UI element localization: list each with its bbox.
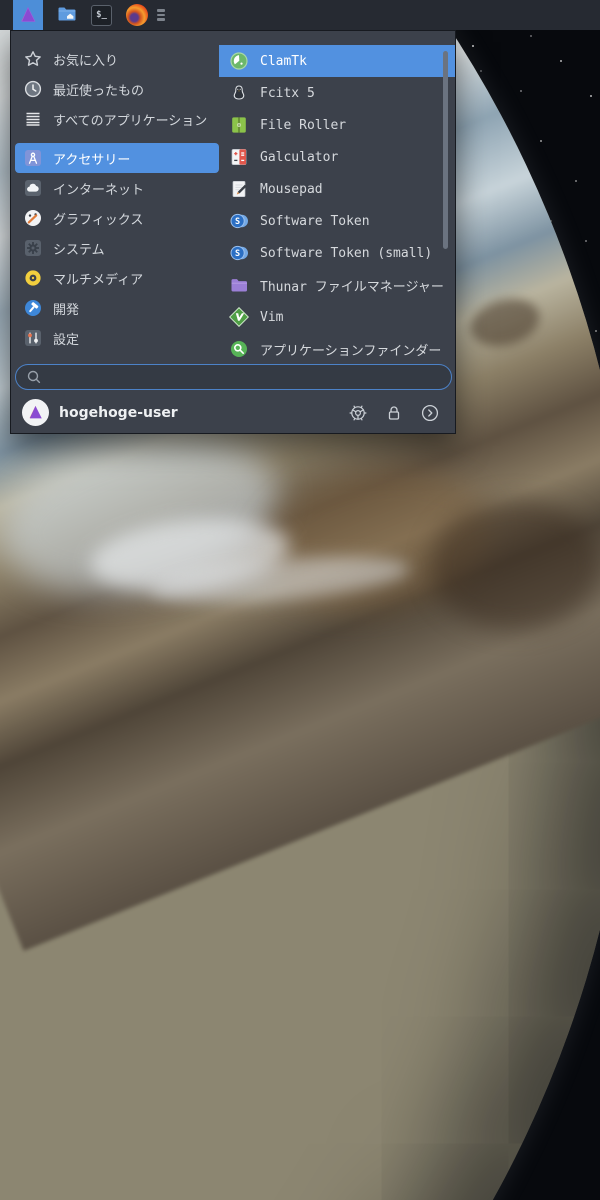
username: hogehoge-user — [59, 404, 178, 421]
whisker-menu: お気に入り 最近使ったもの すべてのアプリケーション アクセサリー インターネッ… — [10, 30, 456, 434]
app-label: Thunar ファイルマネージャー — [260, 279, 444, 295]
search-box — [15, 364, 452, 390]
sidebar-label: マルチメディア — [53, 272, 144, 288]
sidebar-separator — [15, 134, 219, 143]
multimedia-icon — [23, 268, 43, 288]
clock-icon — [23, 79, 43, 99]
app-label: File Roller — [260, 117, 347, 133]
panel-launcher-terminal[interactable]: $_ — [91, 4, 112, 26]
sidebar-label: システム — [53, 242, 105, 258]
lock-screen-button[interactable] — [383, 402, 405, 424]
gear-icon — [349, 405, 367, 420]
sidebar-label: アクセサリー — [53, 152, 131, 168]
category-multimedia[interactable]: マルチメディア — [15, 263, 219, 293]
search-input[interactable] — [43, 369, 451, 385]
svg-text:S: S — [235, 249, 240, 259]
category-internet[interactable]: インターネット — [15, 173, 219, 203]
software-token-icon: S — [229, 211, 249, 231]
app-fcitx5[interactable]: Fcitx 5 — [219, 77, 455, 109]
vim-icon — [229, 307, 249, 327]
software-token-icon: S — [229, 243, 249, 263]
view-all-applications[interactable]: すべてのアプリケーション — [15, 104, 219, 134]
internet-icon — [23, 178, 43, 198]
app-software-token-small[interactable]: S Software Token (small) — [219, 237, 455, 269]
accessories-icon — [23, 148, 43, 168]
top-panel: $_ — [0, 0, 600, 30]
applist-scrollbar[interactable] — [443, 51, 448, 249]
planet-swirl — [430, 500, 600, 630]
view-recently-used[interactable]: 最近使ったもの — [15, 74, 219, 104]
fcitx-icon — [229, 83, 249, 103]
list-icon — [23, 109, 43, 129]
sidebar-label: 開発 — [53, 302, 80, 318]
menu-sidebar: お気に入り 最近使ったもの すべてのアプリケーション アクセサリー インターネッ… — [15, 44, 219, 353]
category-system[interactable]: システム — [15, 233, 219, 263]
app-label: Software Token (small) — [260, 245, 433, 261]
sidebar-label: 最近使ったもの — [53, 83, 145, 99]
category-settings[interactable]: 設定 — [15, 323, 219, 353]
graphics-icon — [23, 208, 43, 228]
user-row: hogehoge-user — [11, 397, 455, 428]
settings-icon — [23, 328, 43, 348]
firefox-icon — [126, 4, 148, 26]
all-settings-button[interactable] — [347, 402, 369, 424]
app-application-finder[interactable]: アプリケーションファインダー — [219, 333, 455, 365]
app-menu-logo-icon — [18, 5, 38, 25]
system-icon — [23, 238, 43, 258]
app-label: Mousepad — [260, 181, 323, 197]
app-label: Vim — [260, 309, 284, 325]
file-roller-icon — [229, 115, 249, 135]
app-label: Fcitx 5 — [260, 85, 315, 101]
terminal-icon: $_ — [91, 4, 112, 26]
clamtk-icon — [229, 51, 249, 71]
panel-launcher-file-manager[interactable] — [56, 2, 78, 28]
application-list: ClamTk Fcitx 5 File Roller Galculator Mo… — [219, 39, 455, 365]
thunar-folder-icon — [229, 275, 249, 295]
app-clamtk[interactable]: ClamTk — [219, 45, 455, 77]
galculator-icon — [229, 147, 249, 167]
app-mousepad[interactable]: Mousepad — [219, 173, 455, 205]
app-label: Galculator — [260, 149, 339, 165]
panel-grip-handle[interactable] — [157, 9, 165, 21]
app-thunar[interactable]: Thunar ファイルマネージャー — [219, 269, 455, 301]
search-icon — [27, 370, 41, 384]
log-out-button[interactable] — [419, 402, 441, 424]
sidebar-label: インターネット — [53, 182, 145, 198]
mousepad-icon — [229, 179, 249, 199]
sidebar-label: 設定 — [53, 332, 80, 348]
app-file-roller[interactable]: File Roller — [219, 109, 455, 141]
svg-text:S: S — [235, 217, 240, 227]
folder-icon — [56, 2, 78, 28]
applications-menu-button[interactable] — [13, 0, 43, 30]
app-vim[interactable]: Vim — [219, 301, 455, 333]
logout-chevron-icon — [421, 404, 439, 421]
app-software-token[interactable]: S Software Token — [219, 205, 455, 237]
category-graphics[interactable]: グラフィックス — [15, 203, 219, 233]
session-actions — [347, 402, 441, 424]
sidebar-label: グラフィックス — [53, 212, 144, 228]
app-label: ClamTk — [260, 53, 307, 69]
category-accessories[interactable]: アクセサリー — [15, 143, 219, 173]
sidebar-label: すべてのアプリケーション — [53, 113, 208, 129]
app-label: Software Token — [260, 213, 370, 229]
category-development[interactable]: 開発 — [15, 293, 219, 323]
star-icon — [23, 49, 43, 69]
user-avatar — [22, 399, 49, 426]
lock-icon — [388, 405, 400, 420]
development-icon — [23, 298, 43, 318]
sidebar-label: お気に入り — [53, 53, 119, 69]
panel-launcher-firefox[interactable] — [126, 4, 148, 26]
app-finder-icon — [229, 339, 249, 359]
app-label: アプリケーションファインダー — [260, 343, 442, 359]
view-favorites[interactable]: お気に入り — [15, 44, 219, 74]
app-galculator[interactable]: Galculator — [219, 141, 455, 173]
